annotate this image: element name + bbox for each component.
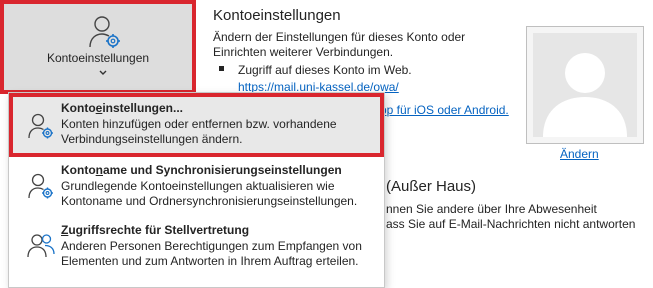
bullet (219, 66, 224, 71)
people-icon (27, 234, 55, 258)
menu-item-title: Zugriffsrechte für Stellvertretung (61, 223, 249, 237)
web-access-text: Zugriff auf dieses Konto im Web. (238, 63, 412, 77)
person-gear-icon (89, 16, 120, 48)
menu-item-delegate-access[interactable]: Zugriffsrechte für Stellvertretung Ander… (9, 221, 384, 283)
person-silhouette-icon (543, 53, 627, 137)
out-of-office-description-line2: ass Sie auf E-Mail-Nachrichten nicht ant… (386, 217, 636, 231)
access-key: n (95, 163, 103, 177)
menu-item-title: Kontoeinstellungen... (61, 101, 183, 115)
title-part: Konto (61, 163, 96, 177)
account-settings-label: Kontoeinstellungen (46, 51, 150, 65)
out-of-office-description-line1: nnen Sie andere über Ihre Abwesenheit (386, 202, 597, 216)
change-picture-link[interactable]: Ändern (560, 147, 599, 161)
title-part: instellungen... (102, 101, 184, 115)
menu-item-description: Anderen Personen Berechtigungen zum Empf… (61, 239, 362, 268)
title-part: ame und Synchronisierungseinstellungen (103, 163, 342, 177)
menu-item-account-name-sync[interactable]: Kontoname und Synchronisierungseinstellu… (9, 161, 384, 223)
chevron-down-icon (99, 70, 107, 75)
title-part: Konto (61, 101, 96, 115)
menu-item-account-settings[interactable]: Kontoeinstellungen... Konten hinzufügen … (9, 93, 384, 157)
menu-item-title: Kontoname und Synchronisierungseinstellu… (61, 163, 342, 177)
person-gear-icon (28, 113, 53, 139)
title-part: ugriffsrechte für Stellvertretung (68, 223, 250, 237)
menu-item-description: Grundlegende Kontoeinstellungen aktualis… (61, 179, 358, 208)
account-settings-description: Ändern der Einstellungen für dieses Kont… (213, 30, 466, 59)
menu-item-description: Konten hinzufügen oder entfernen bzw. vo… (61, 117, 337, 146)
account-settings-button[interactable]: Kontoeinstellungen (0, 0, 196, 94)
out-of-office-heading: (Außer Haus) (386, 178, 477, 195)
account-settings-menu: Kontoeinstellungen... Konten hinzufügen … (8, 92, 385, 288)
profile-picture (526, 26, 644, 144)
mobile-app-link[interactable]: pp für iOS oder Android. (380, 103, 509, 117)
account-settings-heading: Kontoeinstellungen (213, 7, 341, 24)
person-gear-icon (28, 173, 53, 199)
